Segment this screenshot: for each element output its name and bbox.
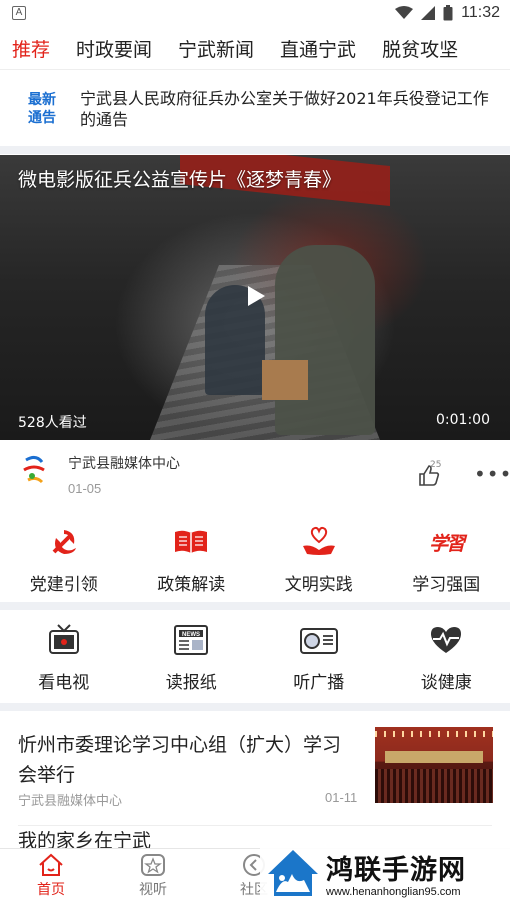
section-divider bbox=[0, 146, 510, 154]
watermark-logo-icon bbox=[268, 850, 318, 896]
source-name[interactable]: 宁武县融媒体中心 bbox=[68, 453, 180, 473]
play-icon[interactable] bbox=[248, 286, 265, 306]
notification-a-icon: A bbox=[12, 6, 26, 20]
tv-icon bbox=[48, 624, 79, 654]
grid-label: 看电视 bbox=[38, 673, 90, 693]
like-count: 25 bbox=[430, 460, 442, 470]
open-book-icon bbox=[175, 530, 208, 553]
wifi-icon bbox=[395, 6, 414, 19]
play-star-icon bbox=[141, 854, 165, 876]
watermark-url: www.henanhonglian95.com bbox=[326, 886, 461, 898]
status-bar: A 11:32 bbox=[0, 0, 510, 26]
radio-icon bbox=[299, 628, 338, 654]
tab-politics[interactable]: 时政要闻 bbox=[76, 35, 152, 62]
grid-listen-radio[interactable]: 听广播 bbox=[255, 620, 383, 693]
watermark-title: 鸿联手游网 bbox=[326, 855, 466, 886]
party-emblem-icon bbox=[52, 530, 76, 554]
article-date: 01-11 bbox=[325, 790, 358, 805]
grid-read-newspaper[interactable]: NEWS 读报纸 bbox=[128, 620, 256, 693]
video-soldier-scene bbox=[275, 245, 375, 435]
article-source: 宁武县融媒体中心 bbox=[18, 794, 123, 809]
grid-policy-reading[interactable]: 政策解读 bbox=[128, 522, 256, 595]
nav-av[interactable]: 视听 bbox=[123, 853, 183, 899]
section-divider bbox=[0, 602, 510, 610]
video-views: 528人看过 bbox=[18, 415, 87, 431]
article-title: 忻州市委理论学习中心组（扩大）学习会举行 bbox=[18, 734, 342, 786]
grid-watch-tv[interactable]: 看电视 bbox=[0, 620, 128, 693]
newspaper-icon: NEWS bbox=[174, 625, 209, 655]
grid-party-building[interactable]: 党建引领 bbox=[0, 522, 128, 595]
video-source-row: 宁武县融媒体中心 01-05 ••• bbox=[0, 440, 510, 506]
clock: 11:32 bbox=[461, 4, 500, 21]
grid-label: 学习强国 bbox=[412, 575, 481, 595]
grid-civilization-practice[interactable]: 文明实践 bbox=[255, 522, 383, 595]
grid-xuexi-qiangguo[interactable]: 学習 学习强国 bbox=[383, 522, 510, 596]
nav-home[interactable]: 首页 bbox=[21, 853, 81, 899]
tab-direct-ningwu[interactable]: 直通宁武 bbox=[280, 35, 356, 62]
grid-label: 谈健康 bbox=[420, 673, 472, 693]
heart-hands-icon bbox=[302, 526, 335, 555]
site-watermark: 鸿联手游网 www.henanhonglian95.com bbox=[260, 842, 510, 906]
tab-poverty-alleviation[interactable]: 脱贫攻坚 bbox=[382, 35, 458, 62]
video-title: 微电影版征兵公益宣传片《逐梦青春》 bbox=[18, 169, 342, 191]
grid-label: 文明实践 bbox=[284, 575, 353, 595]
battery-icon bbox=[443, 5, 453, 21]
grid-label: 听广播 bbox=[293, 673, 345, 693]
grid-label: 党建引领 bbox=[29, 575, 98, 595]
grid-label: 政策解读 bbox=[157, 575, 226, 595]
heartbeat-icon bbox=[431, 627, 462, 653]
video-box-scene bbox=[262, 360, 308, 400]
xuexi-calligraphy-icon: 学習 bbox=[429, 532, 465, 555]
source-date: 01-05 bbox=[68, 481, 102, 496]
latest-notice-badge: 最新 通告 bbox=[28, 92, 56, 126]
news-icon-text: NEWS bbox=[182, 632, 200, 638]
feature-grid: 党建引领 政策解读 文明实践 学習 学习强国 bbox=[0, 522, 510, 595]
channel-tabs: 推荐 时政要闻 宁武新闻 直通宁武 脱贫攻坚 bbox=[0, 28, 510, 70]
latest-notice[interactable]: 最新 通告 宁武县人民政府征兵办公室关于做好2021年兵役登记工作的通告 bbox=[0, 72, 510, 146]
video-duration: 0:01:00 bbox=[436, 412, 490, 428]
more-options-icon[interactable]: ••• bbox=[474, 462, 510, 486]
section-divider bbox=[0, 703, 510, 711]
home-icon bbox=[39, 853, 63, 876]
article-thumbnail bbox=[375, 727, 493, 803]
media-grid: 看电视 NEWS 读报纸 听广播 谈健康 bbox=[0, 620, 510, 693]
grid-talk-health[interactable]: 谈健康 bbox=[383, 620, 510, 693]
media-center-logo-icon bbox=[23, 455, 45, 484]
tab-ningwu-news[interactable]: 宁武新闻 bbox=[178, 35, 254, 62]
signal-icon bbox=[421, 6, 436, 20]
notice-text: 宁武县人民政府征兵办公室关于做好2021年兵役登记工作的通告 bbox=[80, 89, 489, 129]
news-article[interactable]: 忻州市委理论学习中心组（扩大）学习会举行 宁武县融媒体中心 01-11 bbox=[0, 712, 510, 822]
tab-recommend[interactable]: 推荐 bbox=[12, 35, 50, 62]
grid-label: 读报纸 bbox=[165, 673, 217, 693]
